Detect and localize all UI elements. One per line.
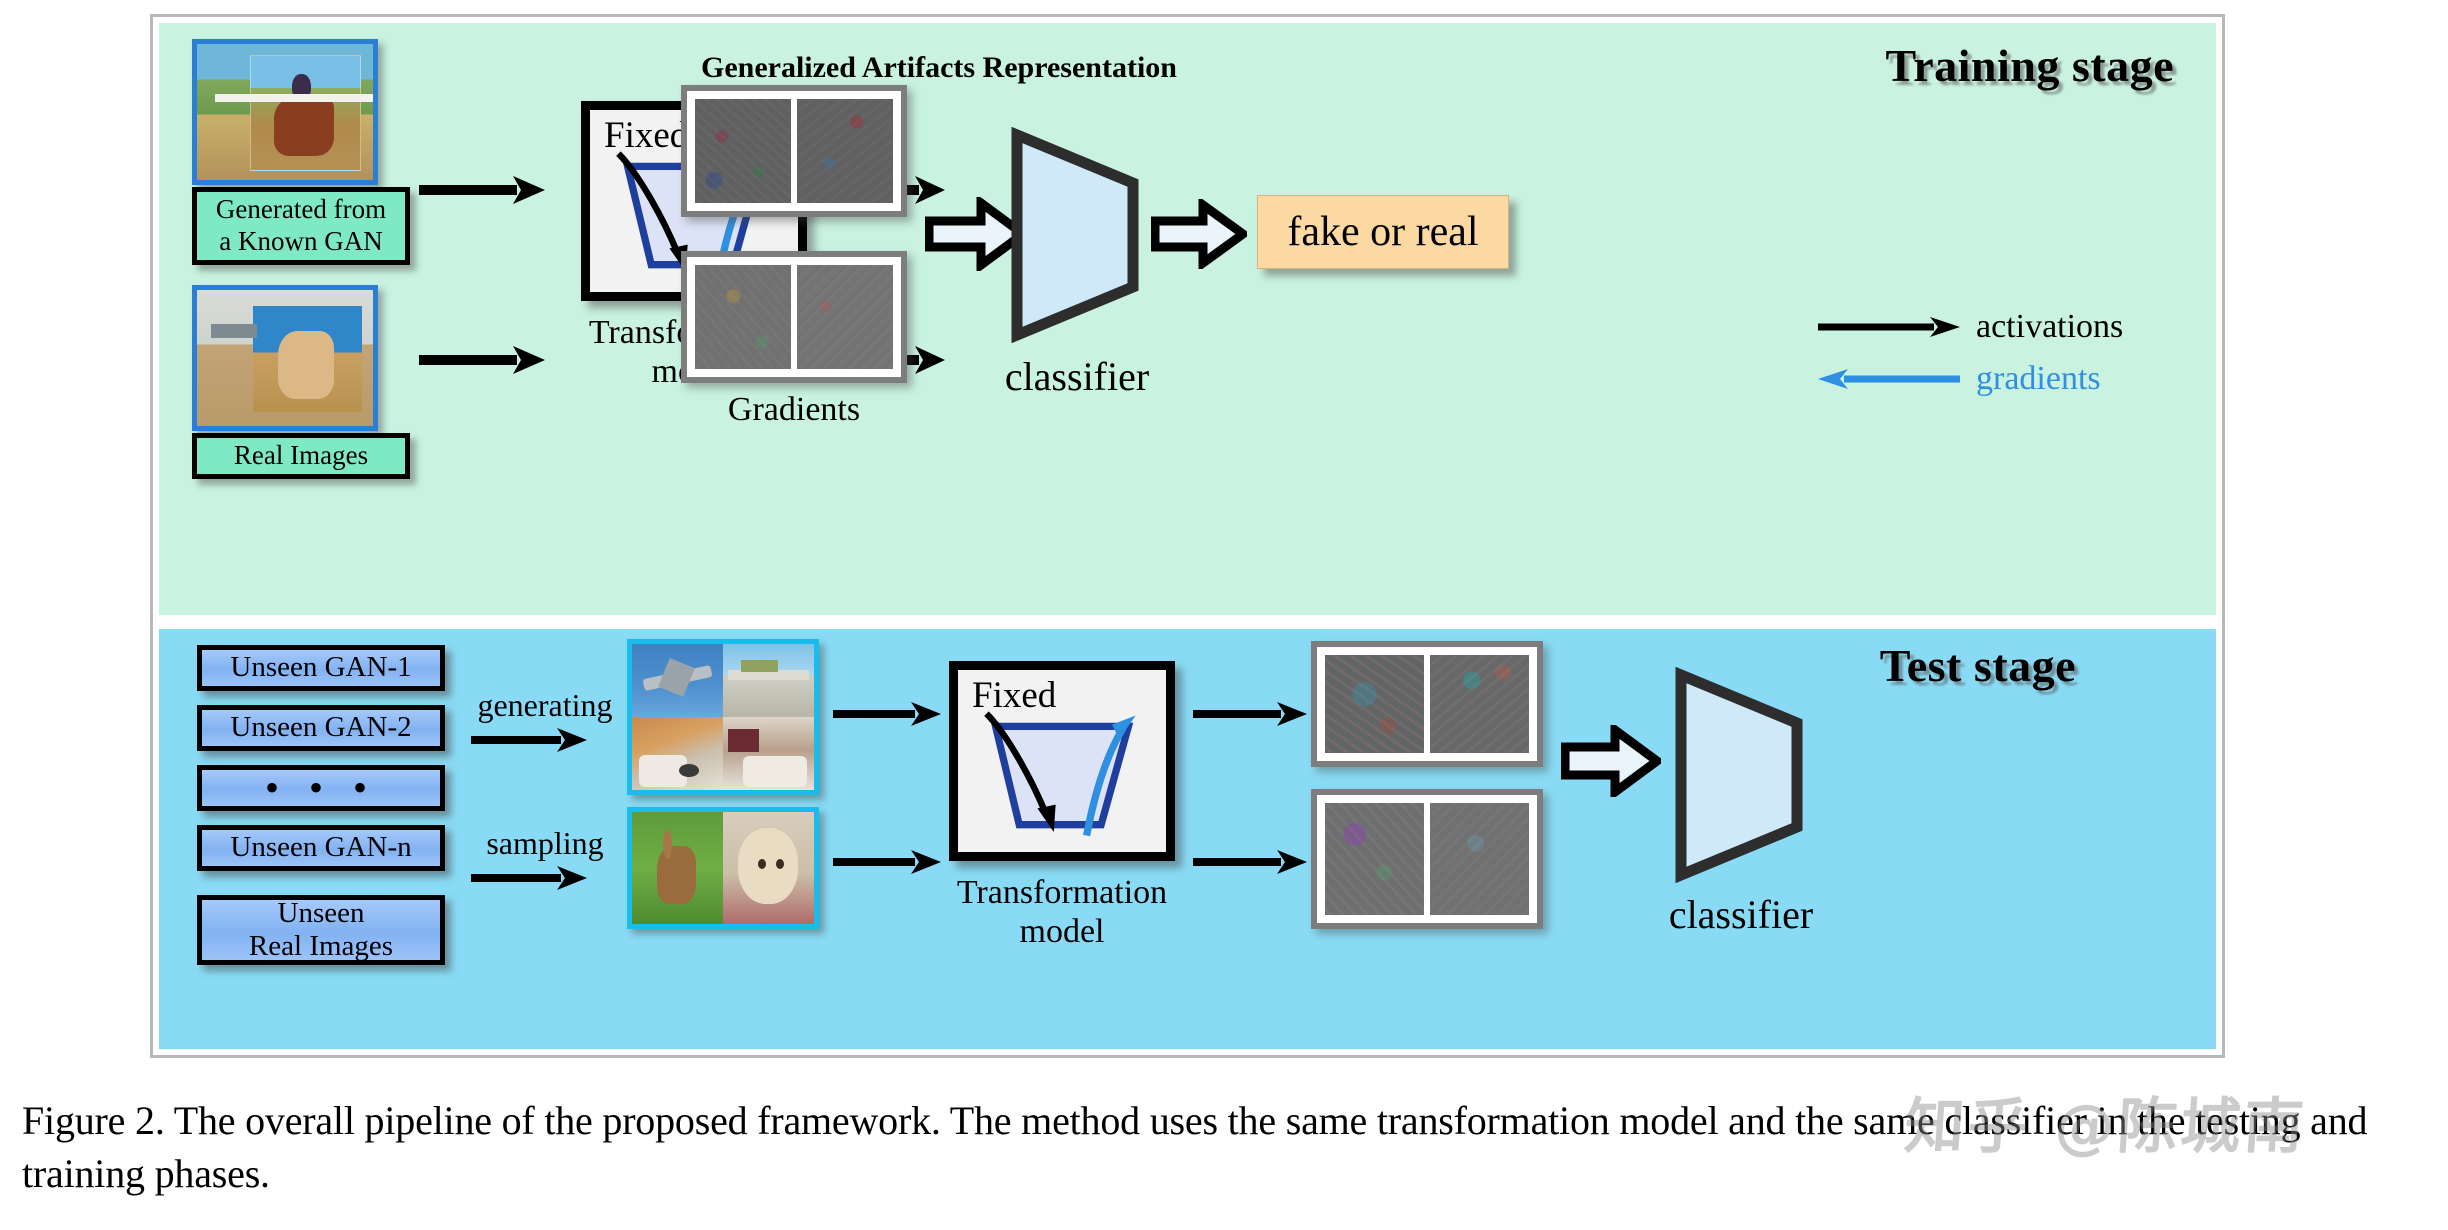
gradients-representation-panel (681, 251, 907, 383)
arrow-sampling (471, 866, 587, 890)
test-classifier-shape (1675, 667, 1803, 883)
training-stage-title: Training stage (1885, 40, 2174, 91)
test-real-images-grid (627, 807, 819, 929)
arrow-test-generated-to-transform (833, 702, 941, 726)
test-generated-images-grid (627, 639, 819, 795)
artifact-noise-tile (797, 99, 893, 203)
legend-row-activations: activations (1816, 301, 2176, 353)
arrow-generated-to-transform (419, 176, 545, 204)
test-image-rabbit (632, 812, 723, 924)
gradients-label: Gradients (727, 391, 861, 428)
test-gradients-panel (1311, 789, 1543, 929)
test-gradient-noise-tile (1430, 803, 1529, 915)
test-artifact-noise-tile (1325, 655, 1424, 753)
test-artifacts-panel (1311, 641, 1543, 767)
activations-arrow-icon (1818, 317, 1960, 337)
real-image-card (192, 285, 378, 431)
generating-edge-label: generating (477, 687, 613, 723)
test-image-airfield (723, 644, 814, 717)
test-image-bedroom (723, 717, 814, 790)
test-artifact-noise-tile (1430, 655, 1529, 753)
legend-label-activations: activations (1976, 308, 2124, 345)
gradient-noise-tile (797, 265, 893, 369)
test-image-airplane (632, 644, 723, 717)
test-tm-caption-line2: model (1019, 913, 1105, 951)
test-stage-title: Test stage (1879, 640, 2076, 691)
unseen-gan-1-box: Unseen GAN-1 (197, 645, 445, 691)
test-tm-caption-line1: Transformation (956, 874, 1168, 911)
generated-image-thumb (197, 44, 373, 180)
generated-source-label: Generated from a Known GAN (192, 187, 410, 265)
generated-source-label-line2: a Known GAN (219, 226, 383, 256)
test-stage-panel: Test stage Unseen GAN-1 Unseen GAN-2 • •… (159, 629, 2216, 1049)
legend: activations gradients (1816, 301, 2176, 405)
arrow-test-transform-to-artifacts (1193, 702, 1307, 726)
block-arrow-to-test-classifier (1561, 725, 1661, 797)
generalized-artifacts-representation-title: Generalized Artifacts Representation (700, 51, 1177, 84)
real-image-thumb (197, 290, 373, 426)
sampling-edge-label: sampling (486, 825, 604, 861)
output-fake-or-real-badge: fake or real (1257, 195, 1509, 269)
generated-source-label-line1: Generated from (215, 194, 387, 225)
transform-funnel-icon (984, 711, 1136, 837)
unseen-real-line1: Unseen (277, 896, 365, 929)
unseen-real-images-box: Unseen Real Images (197, 895, 445, 965)
real-source-label: Real Images (192, 433, 410, 479)
test-image-bathroom (632, 717, 723, 790)
unseen-gan-n-box: Unseen GAN-n (197, 825, 445, 871)
test-image-dog (723, 812, 814, 924)
training-classifier-label: classifier (1004, 354, 1150, 399)
unseen-gan-2-box: Unseen GAN-2 (197, 705, 445, 751)
test-transformation-model-box: Fixed (949, 661, 1175, 861)
legend-label-gradients: gradients (1976, 360, 2101, 397)
test-transformation-model-caption: Transformation model (927, 873, 1197, 951)
unseen-gan-ellipsis-box: • • • (197, 765, 445, 811)
gradients-arrow-icon (1818, 369, 1960, 389)
block-arrow-to-output (1151, 199, 1247, 269)
artifacts-representation-panel (681, 85, 907, 217)
figure-caption: Figure 2. The overall pipeline of the pr… (22, 1098, 2368, 1197)
arrow-real-to-transform (419, 346, 545, 374)
legend-row-gradients: gradients (1816, 353, 2176, 405)
training-classifier-shape (1011, 127, 1139, 343)
gradient-noise-tile (695, 265, 791, 369)
training-stage-panel: Training stage Generated from a Known GA… (159, 23, 2216, 615)
arrow-generating (471, 728, 587, 752)
test-classifier-label: classifier (1668, 892, 1814, 937)
generated-image-card (192, 39, 378, 185)
arrow-test-transform-to-gradients (1193, 850, 1307, 874)
figure-frame: Training stage Generated from a Known GA… (150, 14, 2225, 1058)
unseen-real-line2: Real Images (248, 930, 394, 962)
artifact-noise-tile (695, 99, 791, 203)
test-gradient-noise-tile (1325, 803, 1424, 915)
